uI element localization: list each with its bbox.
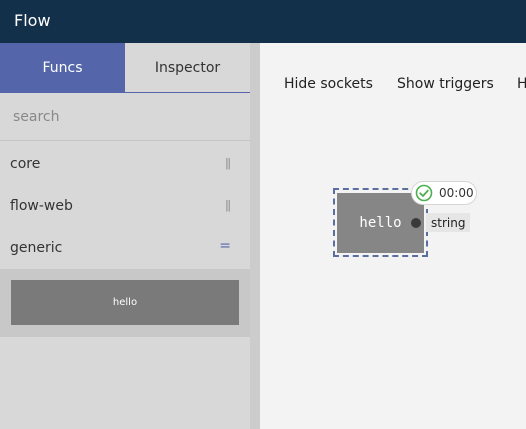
top-bar: Flow bbox=[0, 0, 526, 43]
tab-inspector[interactable]: Inspector bbox=[125, 43, 250, 92]
hide-sockets-button[interactable]: Hide sockets bbox=[284, 76, 373, 92]
sidebar: Funcs Inspector core ǁ flow-web ǁ generi… bbox=[0, 43, 250, 429]
output-socket[interactable] bbox=[411, 218, 421, 228]
sidebar-splitter[interactable] bbox=[250, 43, 260, 429]
drag-handle-icon: ǁ bbox=[225, 198, 231, 212]
drag-handle-icon: ǁ bbox=[225, 156, 231, 170]
category-flow-web[interactable]: flow-web ǁ bbox=[0, 185, 250, 227]
socket-type-label: string bbox=[426, 213, 471, 232]
node-status-badge: 00:00 bbox=[411, 181, 477, 205]
category-label: generic bbox=[10, 240, 63, 256]
category-generic[interactable]: generic = bbox=[0, 227, 250, 269]
check-circle-icon bbox=[415, 184, 433, 202]
show-triggers-button[interactable]: Show triggers bbox=[397, 76, 494, 92]
category-label: flow-web bbox=[10, 198, 73, 214]
category-label: core bbox=[10, 156, 41, 172]
app-title: Flow bbox=[14, 11, 51, 30]
tab-funcs[interactable]: Funcs bbox=[0, 43, 125, 92]
expanded-handle-icon: = bbox=[219, 238, 231, 254]
toolbar-button-clipped[interactable]: H bbox=[517, 76, 526, 92]
node-timer: 00:00 bbox=[439, 186, 474, 200]
category-core[interactable]: core ǁ bbox=[0, 143, 250, 185]
search-input[interactable] bbox=[0, 93, 250, 141]
function-item-hello[interactable]: hello bbox=[11, 280, 239, 325]
function-list: hello bbox=[0, 269, 250, 337]
